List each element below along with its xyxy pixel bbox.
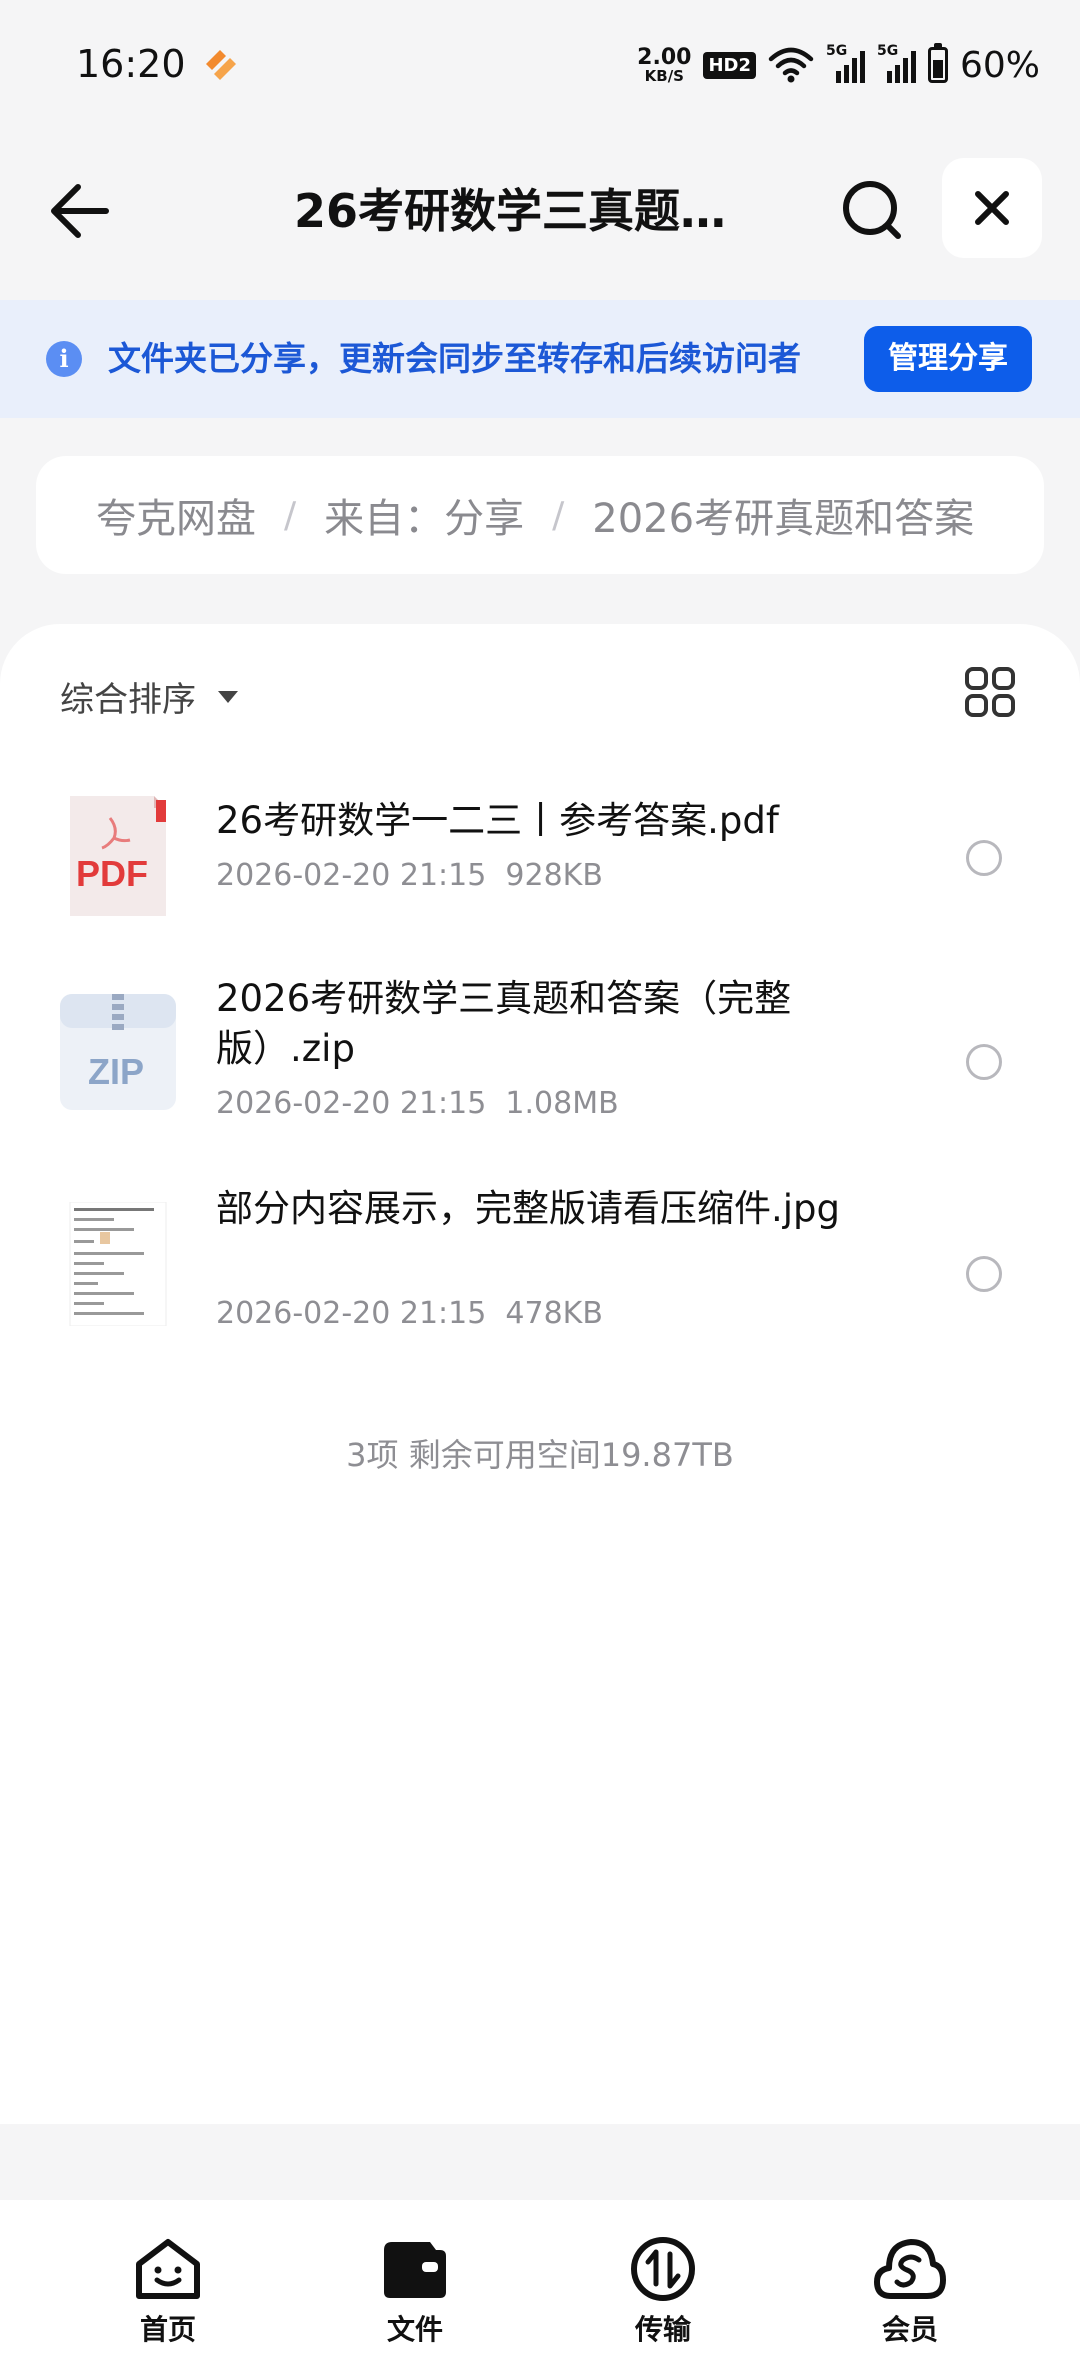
manage-share-button[interactable]: 管理分享 <box>864 326 1032 392</box>
tab-files[interactable]: 文件 <box>355 2236 475 2348</box>
file-name: 26考研数学一二三丨参考答案.pdf <box>216 799 779 842</box>
pdf-thumb-label: PDF <box>76 853 148 894</box>
search-icon <box>843 181 901 239</box>
tab-membership[interactable]: 会员 <box>850 2236 970 2348</box>
breadcrumb: 夸克网盘 / 来自：分享 / 2026考研真题和答案 <box>36 456 1044 574</box>
battery-percent: 60% <box>959 44 1040 86</box>
tab-label: 会员 <box>881 2313 938 2346</box>
battery-level-fill <box>932 60 943 78</box>
status-indicators: 2.00 KB/S HD2 5G 5G 60% <box>637 40 1040 90</box>
network-speed: 2.00 KB/S <box>637 44 692 85</box>
transfer-icon <box>631 2237 695 2301</box>
sort-dropdown[interactable]: 综合排序 <box>60 672 238 721</box>
share-notice-text: 文件夹已分享，更新会同步至转存和后续访问者 <box>108 339 801 378</box>
tab-label: 传输 <box>634 2313 691 2346</box>
zip-thumb-label: ZIP <box>88 1051 144 1092</box>
storage-summary: 3项 剩余可用空间19.87TB <box>346 1436 734 1474</box>
file-date: 2026-02-20 21:15 <box>216 858 487 893</box>
file-meta: 2026-02-20 21:15 928KB <box>216 858 603 893</box>
grid-view-icon <box>965 667 1015 717</box>
arrow-left-icon <box>51 184 109 238</box>
status-bar: 16:20 2.00 KB/S HD2 5G 5G 60% <box>0 0 1080 130</box>
breadcrumb-item-root[interactable]: 夸克网盘 <box>96 486 256 544</box>
search-button[interactable] <box>838 176 908 246</box>
hd-voice-badge: HD2 <box>703 51 756 79</box>
file-size: 478KB <box>505 1296 603 1331</box>
file-meta: 2026-02-20 21:15 1.08MB <box>216 1086 619 1121</box>
file-size: 1.08MB <box>505 1086 619 1121</box>
back-button[interactable] <box>40 176 120 246</box>
file-meta: 2026-02-20 21:15 478KB <box>216 1296 603 1331</box>
file-date: 2026-02-20 21:15 <box>216 1296 487 1331</box>
info-icon: i <box>46 341 82 377</box>
home-face-icon <box>136 2239 200 2299</box>
battery-icon <box>927 43 948 83</box>
pdf-file-icon: PDF <box>70 796 166 916</box>
caret-down-icon <box>218 690 238 703</box>
bottom-tab-bar: 首页 文件 传输 会员 <box>0 2200 1080 2376</box>
page-title: 26考研数学三真题… <box>293 184 726 238</box>
file-row[interactable]: 部分内容展示，完整版请看压缩件.jpg 2026-02-20 21:15 478… <box>0 1184 1080 1364</box>
file-row[interactable]: ZIP 2026考研数学三真题和答案（完整版）.zip 2026-02-20 2… <box>0 974 1080 1154</box>
breadcrumb-separator: / <box>552 494 565 536</box>
close-icon <box>975 191 1009 225</box>
breadcrumb-item-current[interactable]: 2026考研真题和答案 <box>592 486 974 544</box>
file-date: 2026-02-20 21:15 <box>216 1086 487 1121</box>
folder-icon <box>384 2242 446 2298</box>
share-notice-banner: i 文件夹已分享，更新会同步至转存和后续访问者 管理分享 <box>0 300 1080 418</box>
status-time: 16:20 <box>76 42 186 86</box>
file-name: 部分内容展示，完整版请看压缩件.jpg <box>216 1187 841 1230</box>
file-select-radio[interactable] <box>966 1044 1002 1080</box>
tab-label: 文件 <box>386 2313 443 2346</box>
file-row[interactable]: PDF 26考研数学一二三丨参考答案.pdf 2026-02-20 21:15 … <box>0 774 1080 944</box>
close-button[interactable] <box>942 158 1042 258</box>
breadcrumb-separator: / <box>284 494 297 536</box>
file-list-panel: 综合排序 PDF 26考研数学一二三丨参考答案.pdf 2026-02-20 2… <box>0 624 1080 2124</box>
image-thumbnail <box>69 1202 167 1326</box>
wifi-icon <box>768 47 814 83</box>
navigation-bar: 26考研数学三真题… <box>0 150 1080 274</box>
file-select-radio[interactable] <box>966 1256 1002 1292</box>
signal-sim2-icon: 5G <box>877 43 916 83</box>
tab-home[interactable]: 首页 <box>108 2236 228 2348</box>
sort-label: 综合排序 <box>60 680 196 720</box>
app-notification-icon <box>206 50 236 80</box>
zip-file-icon: ZIP <box>60 994 176 1110</box>
file-name: 2026考研数学三真题和答案（完整版）.zip <box>216 977 792 1070</box>
grid-view-toggle[interactable] <box>964 666 1016 718</box>
signal-sim1-icon: 5G <box>826 43 865 83</box>
breadcrumb-item-shared[interactable]: 来自：分享 <box>324 486 524 544</box>
membership-cloud-icon <box>874 2239 946 2299</box>
tab-label: 首页 <box>139 2313 196 2346</box>
file-size: 928KB <box>505 858 603 893</box>
tab-transfer[interactable]: 传输 <box>603 2236 723 2348</box>
file-select-radio[interactable] <box>966 840 1002 876</box>
